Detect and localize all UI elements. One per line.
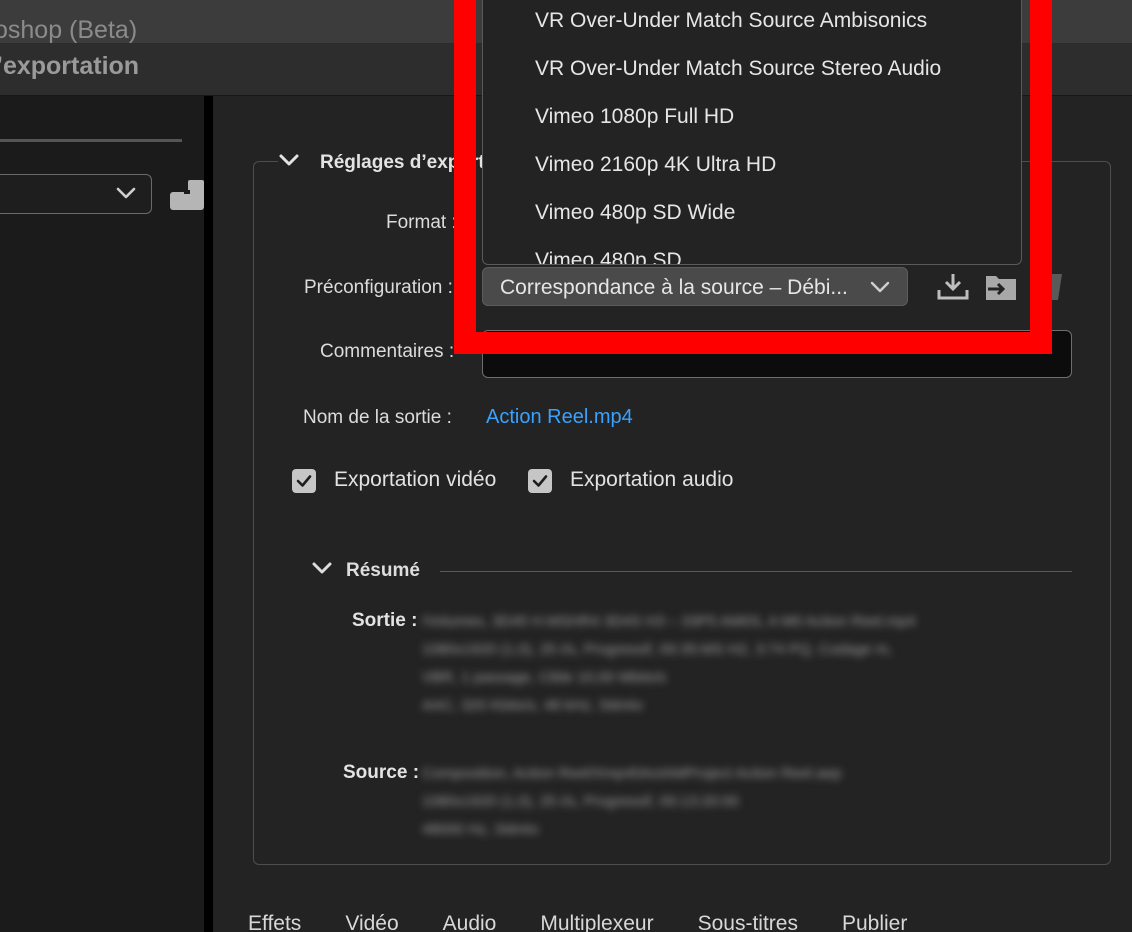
tab-audio[interactable]: Audio bbox=[443, 912, 497, 932]
checkmark-icon bbox=[296, 475, 312, 487]
panel-splitter[interactable] bbox=[204, 96, 213, 932]
summary-source-details: Composition, Action Reel/Xmp40ActAMProje… bbox=[422, 765, 842, 838]
preset-label: Préconfiguration : bbox=[304, 277, 453, 298]
bottom-tabs: Effets Vidéo Audio Multiplexeur Sous-tit… bbox=[248, 912, 907, 932]
export-video-label: Exportation vidéo bbox=[334, 468, 497, 491]
summary-source-label: Source : bbox=[343, 762, 420, 783]
tab-effects[interactable]: Effets bbox=[248, 912, 301, 932]
tab-publish[interactable]: Publier bbox=[842, 912, 907, 932]
tab-video[interactable]: Vidéo bbox=[345, 912, 398, 932]
checkmark-icon bbox=[532, 475, 548, 487]
app-title: oshop (Beta) bbox=[0, 16, 138, 44]
summary-header[interactable]: Résumé bbox=[312, 560, 420, 582]
summary-output-label: Sortie : bbox=[352, 610, 418, 631]
chevron-down-icon bbox=[312, 561, 332, 582]
highlight-annotation bbox=[454, 0, 1052, 354]
summary-divider bbox=[440, 571, 1072, 572]
chevron-down-icon bbox=[278, 152, 300, 175]
export-audio-label: Exportation audio bbox=[570, 468, 734, 491]
export-video-checkbox[interactable] bbox=[292, 469, 316, 493]
dialog-title: ’exportation bbox=[0, 52, 140, 80]
left-panel-divider bbox=[0, 139, 182, 142]
output-name-label: Nom de la sortie : bbox=[303, 407, 452, 428]
summary-output-details: /Volumes, 3D45 H.MSHR4 3D4S H3 – 33P5 AM… bbox=[422, 613, 916, 714]
left-panel-select[interactable] bbox=[0, 174, 152, 214]
panel-settings-icon[interactable] bbox=[170, 178, 204, 212]
comments-label: Commentaires : bbox=[320, 341, 455, 362]
tab-multiplexer[interactable]: Multiplexeur bbox=[540, 912, 653, 932]
summary-title: Résumé bbox=[346, 560, 420, 581]
output-name-link[interactable]: Action Reel.mp4 bbox=[486, 406, 633, 429]
format-label: Format : bbox=[386, 212, 457, 233]
export-audio-checkbox[interactable] bbox=[528, 469, 552, 493]
left-panel bbox=[0, 96, 204, 932]
tab-subtitles[interactable]: Sous-titres bbox=[698, 912, 798, 932]
chevron-down-icon bbox=[115, 183, 137, 208]
